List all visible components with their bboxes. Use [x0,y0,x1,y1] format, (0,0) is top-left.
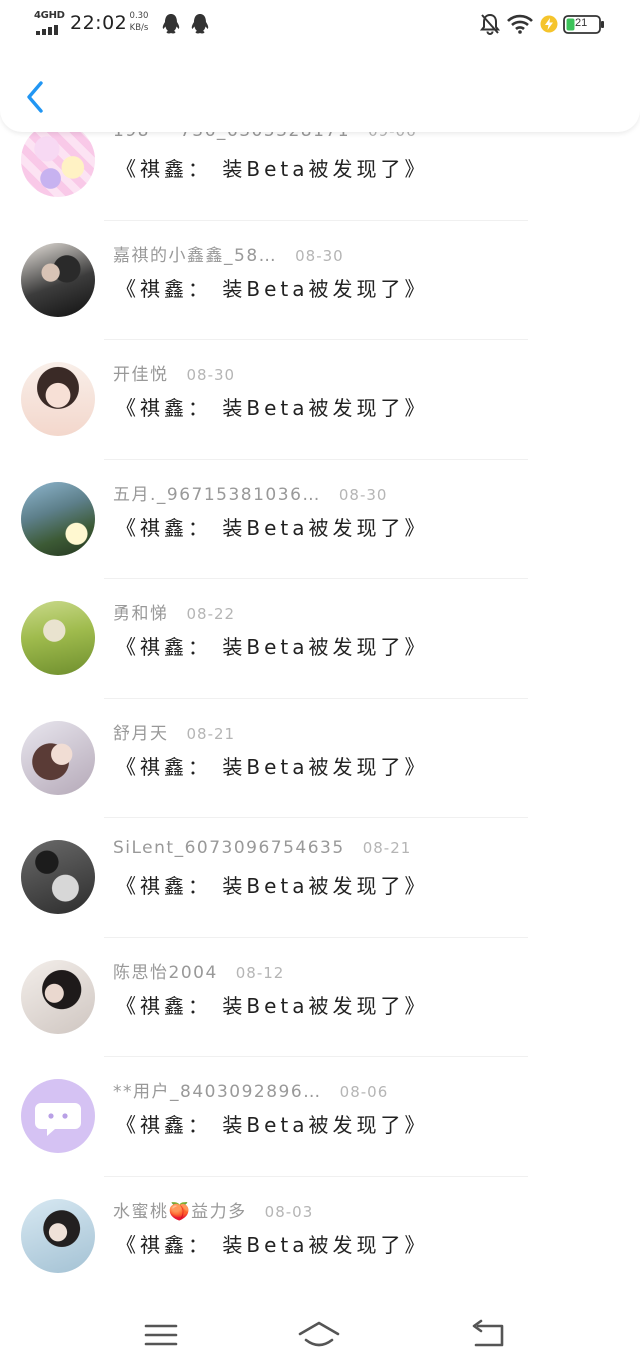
entry-meta: SiLent_6073096754635 08-21 [113,838,411,862]
username[interactable]: **用户_8403092896… [113,1082,322,1102]
avatar[interactable] [21,720,95,795]
entry-title[interactable]: 《祺鑫： 装Beta被发现了》 [116,153,428,182]
avatar[interactable] [21,1198,95,1273]
qq-icon [190,13,210,35]
net-speed-value: 0.30 [129,11,149,21]
avatar[interactable] [21,601,95,675]
entry-title[interactable]: 《祺鑫： 装Beta被发现了》 [116,870,428,899]
network-indicator: 4GHD [34,10,65,36]
entry-date: 08-22 [186,605,236,623]
list-item[interactable]: SiLent_6073096754635 08-21 《祺鑫： 装Beta被发现了… [0,818,640,938]
list-item[interactable]: 勇和悌 08-22 《祺鑫： 装Beta被发现了》 [0,579,640,699]
list-item[interactable]: **用户_8403092896… 08-06 《祺鑫： 装Beta被发现了》 [0,1057,640,1177]
chevron-left-icon [27,81,43,113]
username[interactable]: 开佳悦 [113,365,169,385]
mute-bell-icon [479,13,501,35]
network-type: 4GHD [34,10,65,21]
avatar[interactable] [21,481,95,556]
back-nav-button[interactable] [466,1316,510,1354]
entry-date: 08-30 [295,246,344,265]
chat-bubble-icon [35,1103,81,1136]
entry-title[interactable]: 《祺鑫： 装Beta被发现了》 [116,512,428,541]
home-button[interactable] [297,1316,341,1354]
list-item[interactable]: 水蜜桃🍑益力多 08-03 《祺鑫： 装Beta被发现了》 [0,1177,640,1301]
status-bar: 4GHD 22:02 0.30 KB/s 21 [0,0,640,48]
qq-icon [161,13,181,35]
home-icon [298,1321,340,1347]
entry-meta: 五月._96715381036… 08-30 [113,480,388,505]
entry-title[interactable]: 《祺鑫： 装Beta被发现了》 [116,631,428,660]
entry-meta: 陈思怡2004 08-12 [113,958,285,983]
entry-title[interactable]: 《祺鑫： 装Beta被发现了》 [116,751,428,780]
entry-title[interactable]: 《祺鑫： 装Beta被发现了》 [116,273,428,302]
avatar[interactable] [21,123,95,197]
entry-title[interactable]: 《祺鑫： 装Beta被发现了》 [116,990,428,1019]
username[interactable]: 嘉祺的小鑫鑫_58… [113,246,277,266]
entry-date: 08-21 [362,839,412,857]
net-speed: 0.30 KB/s [126,10,152,34]
menu-icon [144,1324,178,1346]
entry-meta: 勇和悌 08-22 [113,599,236,624]
entry-meta: 开佳悦 08-30 [113,360,236,385]
list-item[interactable]: 嘉祺的小鑫鑫_58… 08-30 《祺鑫： 装Beta被发现了》 [0,221,640,340]
username[interactable]: SiLent_6073096754635 [113,838,345,858]
battery-icon: 21 [563,15,605,34]
system-nav-bar [0,1300,640,1372]
wifi-icon [507,14,533,34]
entry-date: 08-30 [338,485,388,504]
menu-button[interactable] [139,1316,183,1354]
entry-title[interactable]: 《祺鑫： 装Beta被发现了》 [116,1109,428,1138]
entry-date: 08-30 [186,366,236,384]
back-icon [472,1319,504,1347]
entry-meta: 嘉祺的小鑫鑫_58… 08-30 [113,241,344,266]
avatar[interactable] [21,1079,95,1153]
battery-level: 21 [575,17,588,29]
entry-meta: **用户_8403092896… 08-06 [113,1077,389,1102]
username[interactable]: 陈思怡2004 [113,963,218,983]
entry-date: 08-12 [235,963,285,982]
avatar[interactable] [21,959,95,1034]
entry-date: 08-06 [339,1083,389,1101]
charging-icon [540,15,558,33]
signal-icon [36,25,60,35]
entry-list: 198***736_630532817109-06 《祺鑫： 装Beta被发现了… [0,0,640,1300]
entry-meta: 舒月天 08-21 [113,719,236,744]
username[interactable]: 舒月天 [113,724,169,744]
entry-title[interactable]: 《祺鑫： 装Beta被发现了》 [116,392,428,421]
list-item[interactable]: 开佳悦 08-30 《祺鑫： 装Beta被发现了》 [0,340,640,460]
list-item[interactable]: 五月._96715381036… 08-30 《祺鑫： 装Beta被发现了》 [0,460,640,579]
header [0,48,640,132]
username[interactable]: 五月._96715381036… [113,485,321,505]
avatar[interactable] [21,840,95,914]
entry-date: 08-21 [186,724,236,743]
avatar[interactable] [21,242,95,317]
net-speed-unit: KB/s [129,23,149,33]
entry-date: 08-03 [264,1202,314,1221]
list-item[interactable]: 陈思怡2004 08-12 《祺鑫： 装Beta被发现了》 [0,938,640,1057]
list-item[interactable]: 舒月天 08-21 《祺鑫： 装Beta被发现了》 [0,699,640,818]
username[interactable]: 水蜜桃🍑益力多 [113,1202,247,1222]
avatar[interactable] [21,362,95,436]
back-button[interactable] [20,78,48,116]
clock: 22:02 [70,12,128,34]
entry-meta: 水蜜桃🍑益力多 08-03 [113,1197,314,1222]
username[interactable]: 勇和悌 [113,604,169,624]
entry-title[interactable]: 《祺鑫： 装Beta被发现了》 [116,1229,428,1258]
